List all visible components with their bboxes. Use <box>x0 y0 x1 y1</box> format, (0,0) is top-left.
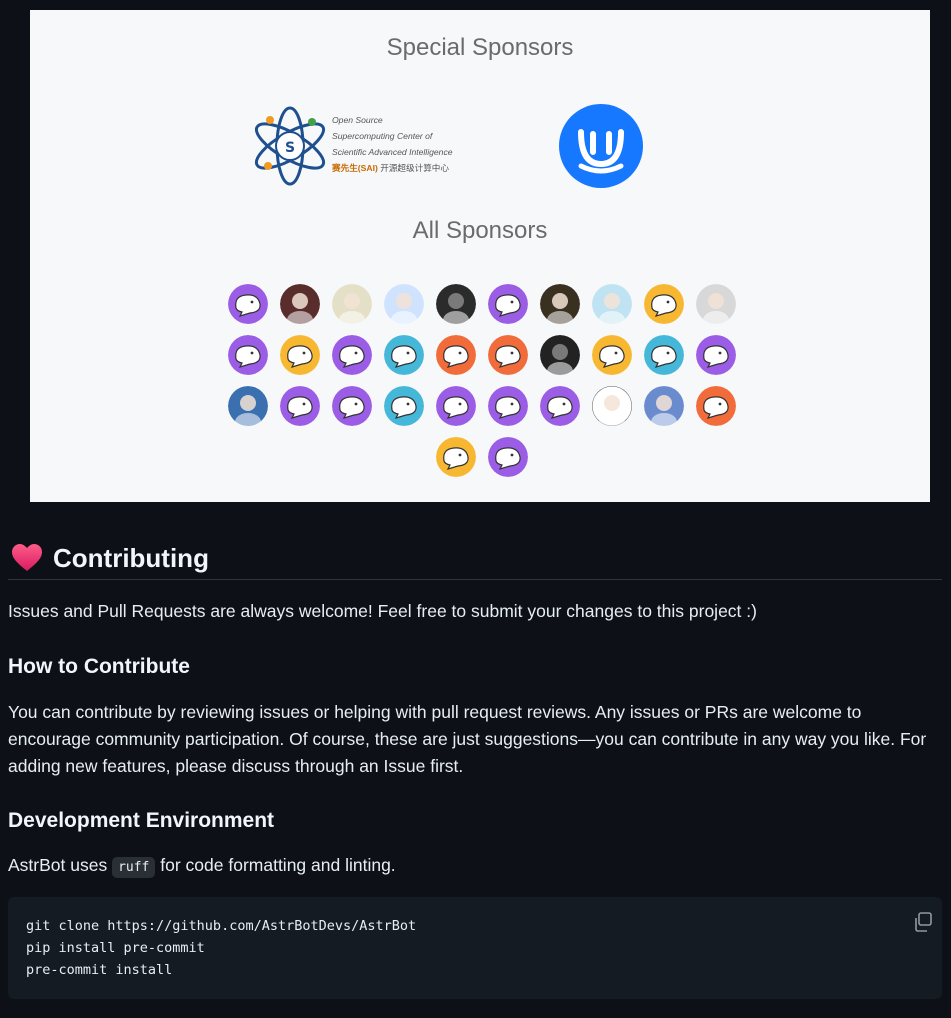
sponsor-avatar[interactable] <box>228 386 268 426</box>
sponsor-avatar[interactable] <box>384 386 424 426</box>
contributing-heading-text: Contributing <box>53 542 209 573</box>
sponsor-avatar[interactable] <box>488 284 528 324</box>
sponsor-avatars <box>222 284 742 477</box>
sponsor-avatar[interactable] <box>592 386 632 426</box>
contributing-heading: Contributing <box>8 537 942 580</box>
copy-icon[interactable] <box>912 911 934 933</box>
sponsors-panel: Special Sponsors S Open Source Supercomp… <box>30 10 930 502</box>
sponsor-avatar[interactable] <box>644 284 684 324</box>
sponsor-avatar[interactable] <box>384 284 424 324</box>
sponsor-avatar[interactable] <box>280 386 320 426</box>
sponsor-avatar[interactable] <box>592 284 632 324</box>
code-block[interactable]: git clone https://github.com/AstrBotDevs… <box>8 897 942 999</box>
development-environment-heading: Development Environment <box>8 809 275 832</box>
sponsor-avatar[interactable] <box>280 335 320 375</box>
how-to-contribute-heading: How to Contribute <box>8 655 190 678</box>
heart-icon <box>12 544 42 571</box>
sponsor-avatar[interactable] <box>540 386 580 426</box>
sponsor-avatar[interactable] <box>280 284 320 324</box>
code-lines[interactable]: git clone https://github.com/AstrBotDevs… <box>26 915 416 981</box>
sai-sponsor-logo[interactable]: S Open Source Supercomputing Center of S… <box>250 106 490 186</box>
sponsor-avatar[interactable] <box>644 335 684 375</box>
sponsor-avatar[interactable] <box>696 284 736 324</box>
svg-text:S: S <box>285 140 295 156</box>
sponsor-avatar[interactable] <box>384 335 424 375</box>
dev-text-suffix: for code formatting and linting. <box>155 855 396 875</box>
sai-line2: Supercomputing Center of <box>332 131 433 141</box>
sponsor-avatar[interactable] <box>436 335 476 375</box>
sponsor-avatar[interactable] <box>488 386 528 426</box>
sponsor-avatar[interactable] <box>436 284 476 324</box>
sai-line3: Scientific Advanced Intelligence <box>332 147 453 157</box>
sponsor-avatar[interactable] <box>332 284 372 324</box>
sponsor-avatar[interactable] <box>436 437 476 477</box>
sponsor-avatar[interactable] <box>696 386 736 426</box>
sponsor-avatar[interactable] <box>436 386 476 426</box>
contributing-intro: Issues and Pull Requests are always welc… <box>8 601 757 621</box>
crown-sponsor-logo[interactable] <box>559 104 643 188</box>
special-sponsors-title: Special Sponsors <box>386 34 574 61</box>
atom-icon: S <box>254 106 326 186</box>
sponsor-avatar[interactable] <box>540 284 580 324</box>
ruff-inline-code: ruff <box>112 857 156 878</box>
sponsor-avatar[interactable] <box>540 335 580 375</box>
sponsor-avatar[interactable] <box>488 335 528 375</box>
sponsor-avatar[interactable] <box>332 386 372 426</box>
all-sponsors-title: All Sponsors <box>412 217 548 244</box>
sponsor-avatar[interactable] <box>696 335 736 375</box>
sai-line4-cn: 赛先生(SAI) <box>332 163 378 173</box>
sponsor-avatar[interactable] <box>488 437 528 477</box>
sponsor-avatar[interactable] <box>332 335 372 375</box>
how-to-contribute-text: You can contribute by reviewing issues o… <box>8 702 927 776</box>
sai-line4-grey: 开源超级计算中心 <box>377 163 449 173</box>
sponsor-avatar[interactable] <box>228 335 268 375</box>
dev-text-prefix: AstrBot uses <box>8 855 113 875</box>
sponsor-avatar[interactable] <box>592 335 632 375</box>
sai-line1: Open Source <box>332 115 383 125</box>
development-environment-text: AstrBot uses ruff for code formatting an… <box>8 852 948 881</box>
sponsor-avatar[interactable] <box>644 386 684 426</box>
sponsor-avatar[interactable] <box>228 284 268 324</box>
